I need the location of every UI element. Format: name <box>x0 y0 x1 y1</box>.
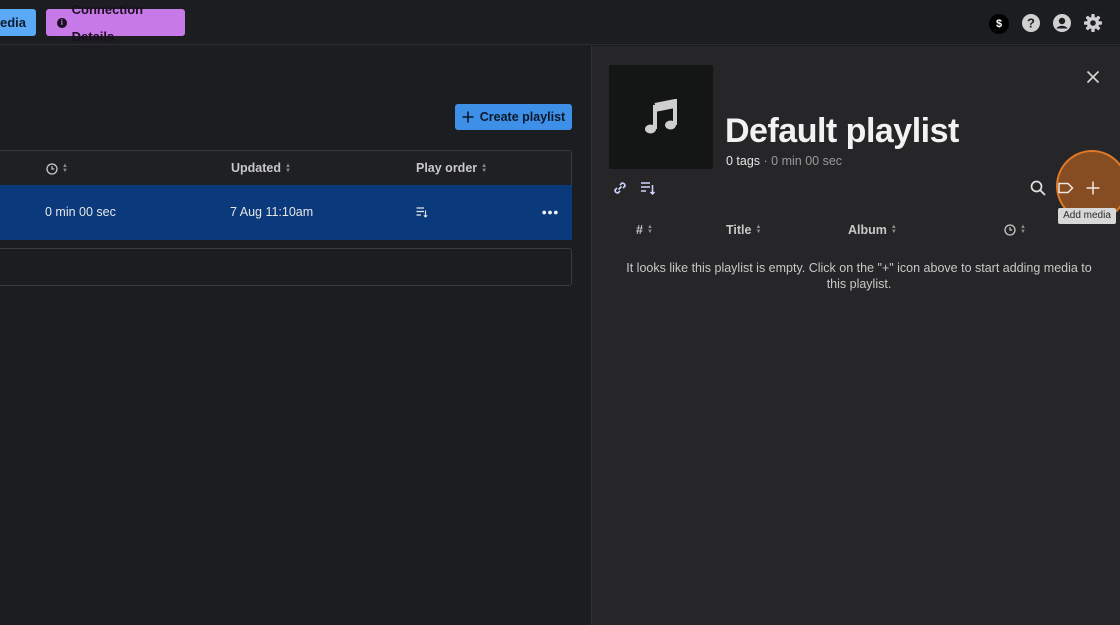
media-button-label: Media <box>0 15 26 30</box>
sort-order-icon <box>416 207 428 218</box>
account-icon[interactable] <box>1052 13 1072 33</box>
close-icon[interactable] <box>1086 70 1100 84</box>
dollar-icon[interactable]: $ <box>989 14 1009 34</box>
create-playlist-label: Create playlist <box>479 110 566 124</box>
play-order-column-header[interactable]: Play order ▲ ▼ <box>416 151 487 186</box>
empty-playlist-message: It looks like this playlist is empty. Cl… <box>626 261 1092 291</box>
playlist-title: Default playlist <box>725 112 959 150</box>
playlists-panel: Create playlist ▲ ▼ Updated ▲ ▼ Play order… <box>0 46 591 625</box>
help-icon[interactable]: ? <box>1021 13 1041 33</box>
media-button[interactable]: Media <box>0 9 36 36</box>
ellipsis-icon[interactable] <box>542 210 558 215</box>
playlists-table-header: ▲ ▼ Updated ▲ ▼ Play order ▲ ▼ <box>0 150 572 185</box>
info-icon: i <box>57 17 67 28</box>
top-bar: Media i Connection Details $ ? <box>0 0 1120 45</box>
album-column-header[interactable]: Album ▲ ▼ <box>848 220 897 240</box>
sort-icon: ▲ ▼ <box>646 224 653 235</box>
table-row[interactable]: 0 min 00 sec 7 Aug 11:10am <box>0 185 572 240</box>
updated-column-header[interactable]: Updated ▲ ▼ <box>231 151 291 186</box>
sort-icon: ▲ ▼ <box>890 224 897 235</box>
play-order-icon[interactable] <box>639 179 657 197</box>
sort-icon: ▲ ▼ <box>1020 224 1026 235</box>
row-duration: 0 min 00 sec <box>45 205 116 219</box>
duration-column-header[interactable]: ▲ ▼ <box>46 151 68 186</box>
sort-icon: ▲ ▼ <box>285 162 291 174</box>
connection-details-button[interactable]: i Connection Details <box>46 2 185 44</box>
add-media-tooltip: Add media <box>1058 208 1116 224</box>
search-icon[interactable] <box>1029 179 1047 197</box>
table-footer <box>0 248 572 286</box>
row-updated: 7 Aug 11:10am <box>230 205 314 219</box>
sort-icon: ▲ ▼ <box>62 162 68 174</box>
playlist-detail-panel: Default playlist 0 tags · 0 min 00 sec A… <box>591 46 1120 625</box>
sort-icon: ▲ ▼ <box>755 224 762 235</box>
playlist-artwork <box>609 65 713 169</box>
add-media-icon[interactable] <box>1084 179 1102 197</box>
sort-icon: ▲ ▼ <box>481 162 488 174</box>
clock-icon <box>46 162 58 175</box>
link-icon[interactable] <box>611 179 629 197</box>
duration-column-header[interactable]: ▲ ▼ <box>1004 220 1026 240</box>
tag-icon[interactable] <box>1057 179 1075 197</box>
title-column-header[interactable]: Title ▲ ▼ <box>726 220 761 240</box>
svg-text:?: ? <box>1027 16 1035 31</box>
settings-icon[interactable] <box>1083 13 1103 33</box>
plus-icon <box>462 111 474 123</box>
tags-count: 0 tags <box>726 154 761 168</box>
playlist-meta: 0 tags · 0 min 00 sec <box>726 154 842 168</box>
clock-icon <box>1004 224 1016 236</box>
create-playlist-button[interactable]: Create playlist <box>455 104 572 130</box>
music-note-icon <box>645 99 677 134</box>
playlist-duration: · 0 min 00 sec <box>760 154 843 168</box>
connection-details-label: Connection Details <box>71 1 144 44</box>
number-column-header[interactable]: # ▲ ▼ <box>636 220 653 240</box>
